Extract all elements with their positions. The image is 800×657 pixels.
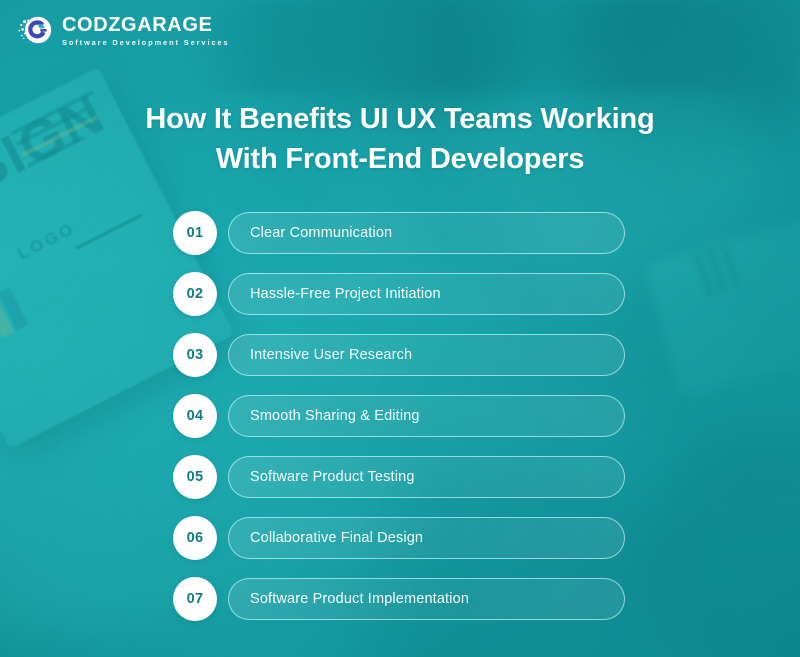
benefit-number-badge: 02 — [173, 272, 217, 316]
benefit-label: Collaborative Final Design — [250, 530, 424, 546]
benefit-pill[interactable]: Hassle-Free Project Initiation — [228, 273, 625, 315]
codzgarage-logo-icon — [16, 11, 54, 49]
benefit-number-badge: 01 — [173, 211, 217, 255]
list-item[interactable]: 05 Software Product Testing — [0, 455, 800, 499]
brand-logo-text: CODZGARAGE Software Development Services — [62, 13, 229, 47]
benefit-pill[interactable]: Software Product Testing — [228, 456, 625, 498]
benefit-number-badge: 03 — [173, 333, 217, 377]
benefit-pill[interactable]: Intensive User Research — [228, 334, 625, 376]
benefit-label: Smooth Sharing & Editing — [250, 408, 420, 424]
benefit-pill[interactable]: Collaborative Final Design — [228, 517, 625, 559]
list-item[interactable]: 03 Intensive User Research — [0, 333, 800, 377]
benefit-number-badge: 04 — [173, 394, 217, 438]
list-item[interactable]: 02 Hassle-Free Project Initiation — [0, 272, 800, 316]
benefit-label: Software Product Implementation — [250, 591, 470, 607]
benefit-pill[interactable]: Clear Communication — [228, 212, 625, 254]
benefit-label: Intensive User Research — [250, 347, 413, 363]
list-item[interactable]: 06 Collaborative Final Design — [0, 516, 800, 560]
brand-tagline: Software Development Services — [62, 38, 230, 48]
page-title-line-2: With Front-End Developers — [215, 143, 585, 176]
page-title-line-1: How It Benefits UI UX Teams Working — [145, 103, 655, 136]
benefits-list: 01 Clear Communication 02 Hassle-Free Pr… — [0, 211, 800, 621]
infographic-canvas: DESIGN LOGO — [0, 0, 800, 657]
list-item[interactable]: 01 Clear Communication — [0, 211, 800, 255]
benefit-number-badge: 05 — [173, 455, 217, 499]
benefit-label: Software Product Testing — [250, 469, 415, 485]
list-item[interactable]: 04 Smooth Sharing & Editing — [0, 394, 800, 438]
benefit-pill[interactable]: Software Product Implementation — [228, 578, 625, 620]
benefit-pill[interactable]: Smooth Sharing & Editing — [228, 395, 625, 437]
benefit-number-badge: 07 — [173, 577, 217, 621]
benefit-label: Hassle-Free Project Initiation — [250, 286, 441, 302]
page-title: How It Benefits UI UX Teams Working With… — [0, 99, 800, 179]
benefit-label: Clear Communication — [250, 225, 393, 241]
benefit-number-badge: 06 — [173, 516, 217, 560]
content-layer: CODZGARAGE Software Development Services… — [0, 0, 800, 657]
list-item[interactable]: 07 Software Product Implementation — [0, 577, 800, 621]
brand-logo[interactable]: CODZGARAGE Software Development Services — [16, 11, 229, 49]
brand-name: CODZGARAGE — [62, 14, 213, 37]
